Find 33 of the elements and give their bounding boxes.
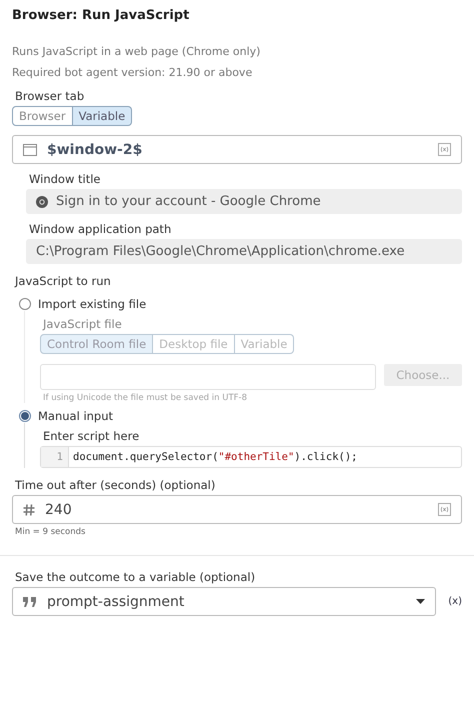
field-label: Time out after (seconds) (optional) <box>15 478 216 492</box>
readonly-field: Sign in to your account - Google Chrome <box>26 189 462 214</box>
code-editor[interactable]: 1 document.querySelector("#otherTile").click(); <box>40 446 462 468</box>
hint-text: If using Unicode the file must be saved in UTF-8 <box>43 393 248 403</box>
insert-variable-button[interactable]: (x) <box>448 596 462 607</box>
number-icon <box>23 504 35 516</box>
hint-text: Min = 9 seconds <box>15 527 86 537</box>
section-label: JavaScript to run <box>15 274 112 288</box>
chrome-icon <box>36 196 48 208</box>
readonly-field: C:\Program Files\Google\Chrome\Application\chrome.exe <box>26 239 462 264</box>
window-icon <box>23 144 37 156</box>
segment-tab[interactable]: Variable <box>72 106 132 126</box>
variable-dropdown[interactable]: prompt-assignment <box>12 587 436 616</box>
field-label: Window application path <box>29 222 172 236</box>
code-line: document.querySelector("#otherTile").click(); <box>72 451 358 463</box>
line-number: 1 <box>41 447 69 467</box>
panel-title: Browser: Run JavaScript <box>12 8 190 23</box>
radio-icon[interactable] <box>19 410 31 422</box>
description-text: Runs JavaScript in a web page (Chrome only) <box>12 45 262 58</box>
variable-icon[interactable] <box>438 143 451 156</box>
field-label: Browser tab <box>15 89 86 103</box>
variable-field[interactable]: $window-2$ <box>12 135 462 164</box>
variable-icon[interactable] <box>438 503 451 516</box>
timeout-field[interactable]: 240 <box>12 495 462 524</box>
field-label: Save the outcome to a variable (optional) <box>15 570 256 584</box>
description-text: Required bot agent version: 21.90 or above <box>12 66 254 79</box>
field-label: Window title <box>29 172 102 186</box>
quote-icon <box>23 596 37 606</box>
radio-option[interactable]: Manual input <box>19 409 462 423</box>
segment-tab[interactable]: Browser <box>12 106 73 126</box>
field-label: Enter script here <box>43 429 140 443</box>
caret-icon <box>416 599 426 604</box>
field-label: JavaScript file <box>43 317 123 331</box>
